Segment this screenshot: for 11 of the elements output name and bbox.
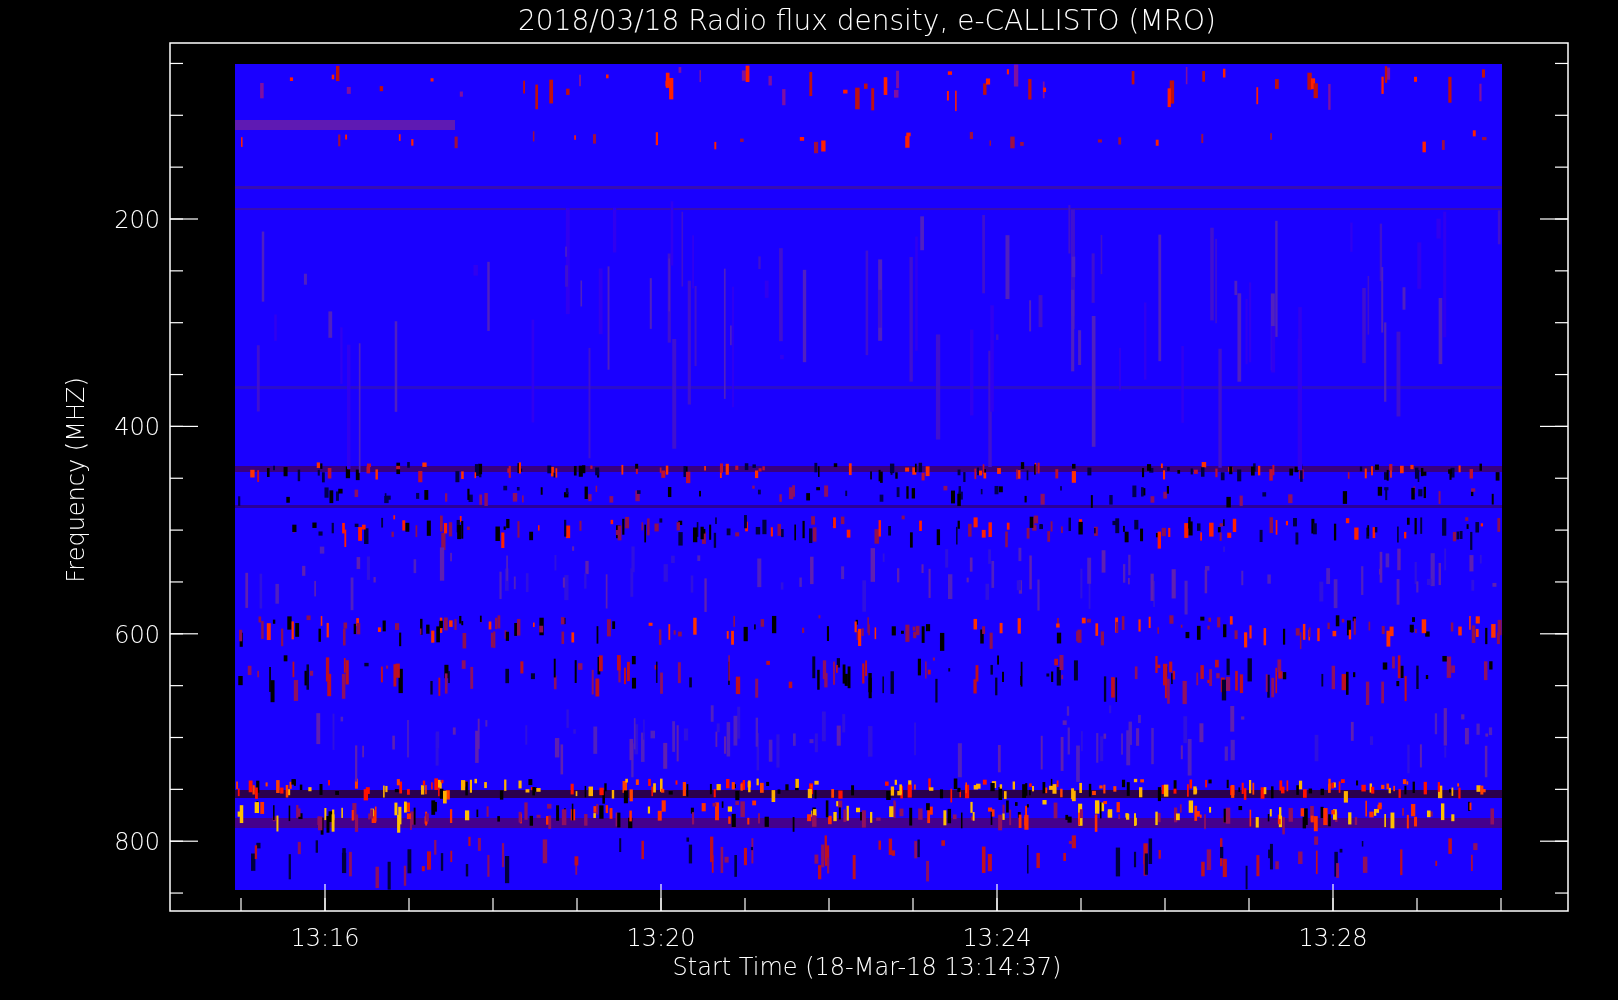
axis-tick-label: 13:28 — [1298, 924, 1368, 952]
axis-tick-label: 13:16 — [290, 924, 360, 952]
axis-tick-label: 600 — [114, 620, 160, 649]
axis-tick-label: 13:20 — [626, 924, 696, 952]
x-axis-label: Start Time (18-Mar-18 13:14:37) — [672, 953, 1062, 981]
axis-tick-label: 200 — [114, 206, 160, 234]
axis-tick-label: 13:24 — [962, 924, 1032, 952]
y-axis-label: Frequency (MHZ) — [62, 377, 90, 583]
axis-tick-label: 800 — [114, 828, 160, 857]
axis-tick-label: 400 — [114, 413, 160, 442]
plot-title: 2018/03/18 Radio flux density, e-CALLISTO (MRO) — [518, 4, 1216, 37]
